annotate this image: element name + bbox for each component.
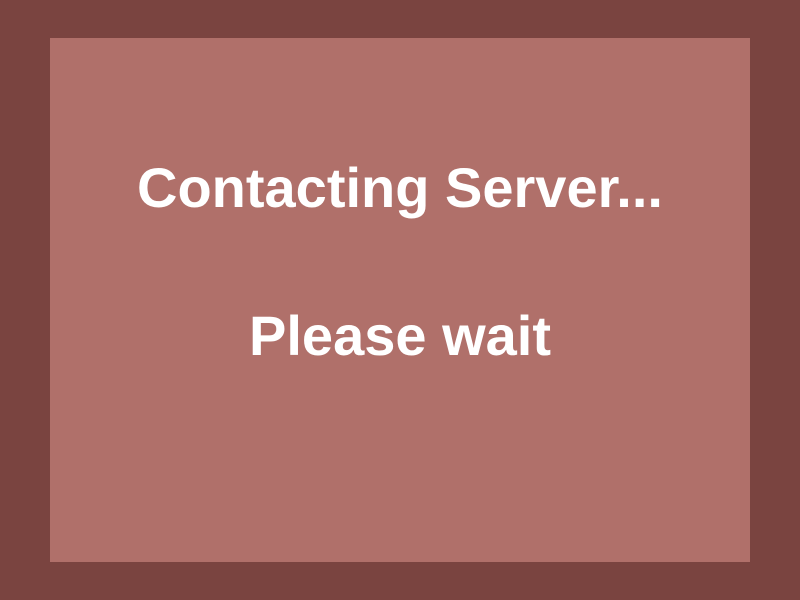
status-title: Contacting Server... xyxy=(137,156,663,219)
status-panel: Contacting Server... Please wait xyxy=(50,38,750,562)
status-message: Please wait xyxy=(249,304,551,367)
